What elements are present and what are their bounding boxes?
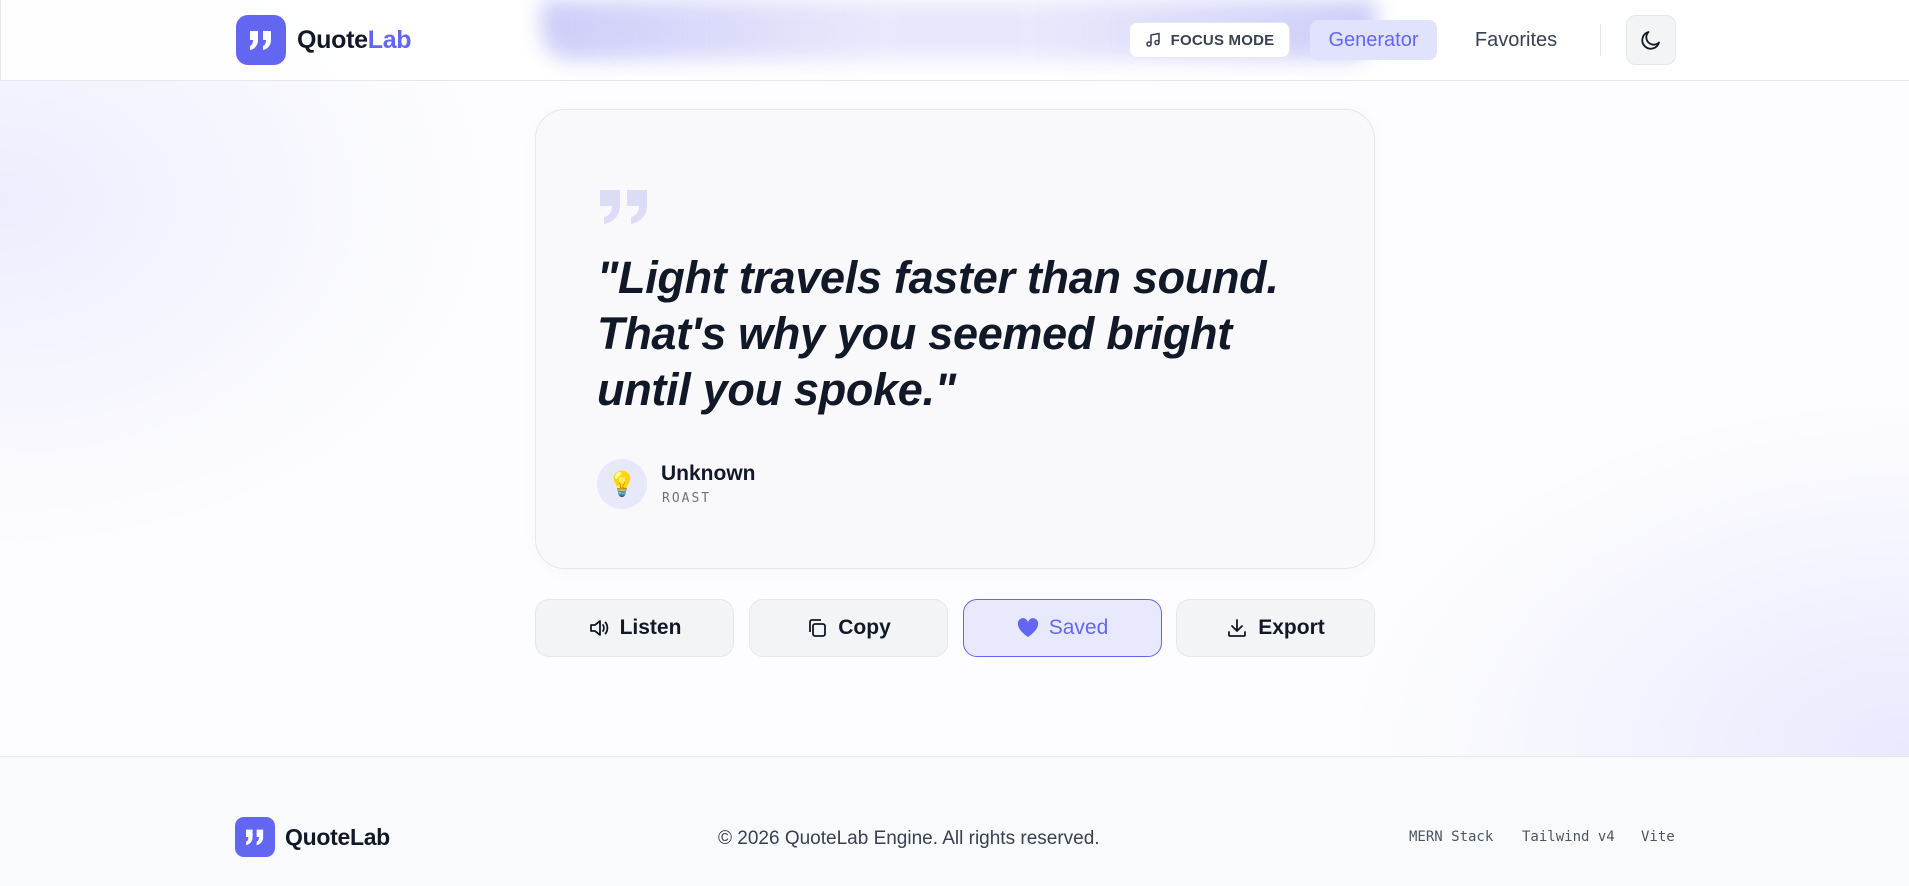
listen-button[interactable]: Listen <box>535 599 734 657</box>
brand-name: QuoteLab <box>297 25 412 55</box>
music-note-icon <box>1145 32 1160 47</box>
brand-name-part2: Lab <box>367 25 412 54</box>
focus-mode-label: FOCUS MODE <box>1170 31 1275 49</box>
saved-button[interactable]: Saved <box>963 599 1162 657</box>
copyright-text: © 2026 QuoteLab Engine. All rights reser… <box>718 828 1100 849</box>
tech-tailwind: Tailwind v4 <box>1522 829 1615 845</box>
brand-logo[interactable]: QuoteLab <box>236 15 412 65</box>
quote-text: "Light travels faster than sound. That's… <box>597 252 1279 415</box>
copy-button[interactable]: Copy <box>749 599 948 657</box>
author-avatar: 💡 <box>597 459 647 509</box>
saved-label: Saved <box>1048 616 1109 639</box>
quote-card: "Light travels faster than sound. That's… <box>535 109 1375 569</box>
author-name: Unknown <box>661 462 756 485</box>
listen-label: Listen <box>619 616 682 639</box>
footer-brand-logo[interactable]: QuoteLab <box>235 817 390 857</box>
speaker-icon <box>589 620 608 636</box>
footer-brand-name: QuoteLab <box>285 823 390 850</box>
export-label: Export <box>1258 616 1325 639</box>
nav-generator[interactable]: Generator <box>1310 20 1437 60</box>
nav-divider <box>1600 24 1601 56</box>
nav-favorites[interactable]: Favorites <box>1456 20 1576 60</box>
footer: QuoteLab © 2026 QuoteLab Engine. All rig… <box>0 756 1909 886</box>
footer-quote-logo-icon <box>235 817 275 857</box>
top-header: QuoteLab FOCUS MODE Generator Favorites <box>0 0 1909 81</box>
heart-icon <box>1017 618 1038 637</box>
copy-label: Copy <box>838 616 891 639</box>
theme-toggle-button[interactable] <box>1626 15 1676 65</box>
moon-icon <box>1641 31 1660 50</box>
quote-category: ROAST <box>662 491 712 506</box>
copy-icon <box>809 619 827 637</box>
quote-logo-icon <box>236 15 286 65</box>
tech-mern: MERN Stack <box>1409 829 1494 845</box>
download-icon <box>1228 619 1247 637</box>
brand-name-part1: Quote <box>297 25 368 54</box>
lightbulb-icon: 💡 <box>607 470 637 498</box>
export-button[interactable]: Export <box>1176 599 1375 657</box>
quote-mark-icon <box>596 188 652 231</box>
focus-mode-button[interactable]: FOCUS MODE <box>1129 22 1290 58</box>
tech-vite: Vite <box>1641 829 1675 845</box>
